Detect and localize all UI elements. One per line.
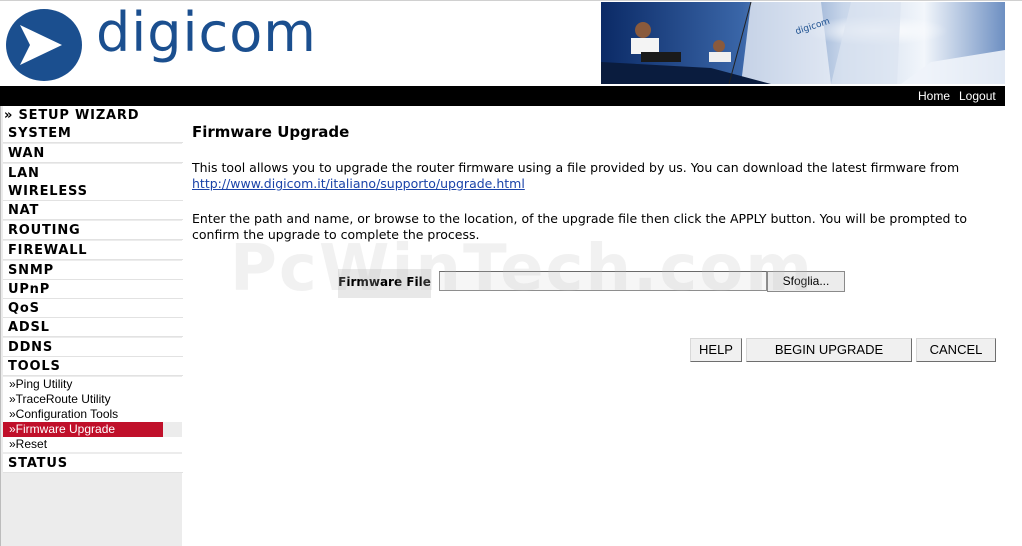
page-title: Firmware Upgrade [192,123,350,141]
header: digicom digicom [0,0,1022,86]
firmware-file-label: Firmware File [338,269,431,298]
home-link[interactable]: Home [918,89,950,103]
sidebar: » SETUP WIZARD SYSTEM WAN LAN WIRELESS N… [0,106,183,546]
sidebar-subitem-traceroute-utility[interactable]: »TraceRoute Utility [3,392,183,407]
sidebar-item-system[interactable]: SYSTEM [3,124,183,143]
logo-text: digicom [96,1,317,64]
sidebar-item-status[interactable]: STATUS [3,454,183,473]
logo-arrow-icon [6,9,82,81]
firmware-file-input[interactable] [439,271,767,291]
top-nav-bar: Home Logout [0,86,1005,106]
sidebar-item-nat[interactable]: NAT [3,201,183,220]
sidebar-subitem-reset[interactable]: »Reset [3,437,183,452]
sidebar-item-tools[interactable]: TOOLS [3,357,183,376]
browse-button[interactable]: Sfoglia... [767,271,845,292]
sidebar-item-setup-wizard[interactable]: » SETUP WIZARD [3,106,183,125]
intro-text: This tool allows you to upgrade the rout… [192,160,960,175]
sidebar-item-ddns[interactable]: DDNS [3,338,183,357]
sidebar-item-wan[interactable]: WAN [3,144,183,163]
sidebar-item-adsl[interactable]: ADSL [3,318,183,337]
sidebar-item-routing[interactable]: ROUTING [3,221,183,240]
instructions-paragraph: Enter the path and name, or browse to th… [192,211,968,242]
sailing-banner-image: digicom [601,2,1005,84]
sidebar-item-qos[interactable]: QoS [3,299,183,318]
sidebar-item-snmp[interactable]: SNMP [3,261,183,280]
watermark: PcWinTech.com [230,232,814,306]
sidebar-subitem-configuration-tools[interactable]: »Configuration Tools [3,407,183,422]
begin-upgrade-button[interactable]: BEGIN UPGRADE [746,338,912,362]
sidebar-subitem-ping-utility[interactable]: »Ping Utility [3,377,183,392]
logout-link[interactable]: Logout [959,89,996,103]
firmware-download-link[interactable]: http://www.digicom.it/italiano/supporto/… [192,176,525,191]
sidebar-item-lan[interactable]: LAN [3,164,183,183]
sidebar-item-wireless[interactable]: WIRELESS [3,182,183,201]
help-button[interactable]: HELP [690,338,742,362]
digicom-logo: digicom [6,1,326,81]
sidebar-item-upnp[interactable]: UPnP [3,280,183,299]
cancel-button[interactable]: CANCEL [916,338,996,362]
sidebar-item-firewall[interactable]: FIREWALL [3,241,183,260]
intro-paragraph: This tool allows you to upgrade the rout… [192,160,982,192]
sidebar-subitem-firmware-upgrade[interactable]: »Firmware Upgrade [3,422,163,437]
